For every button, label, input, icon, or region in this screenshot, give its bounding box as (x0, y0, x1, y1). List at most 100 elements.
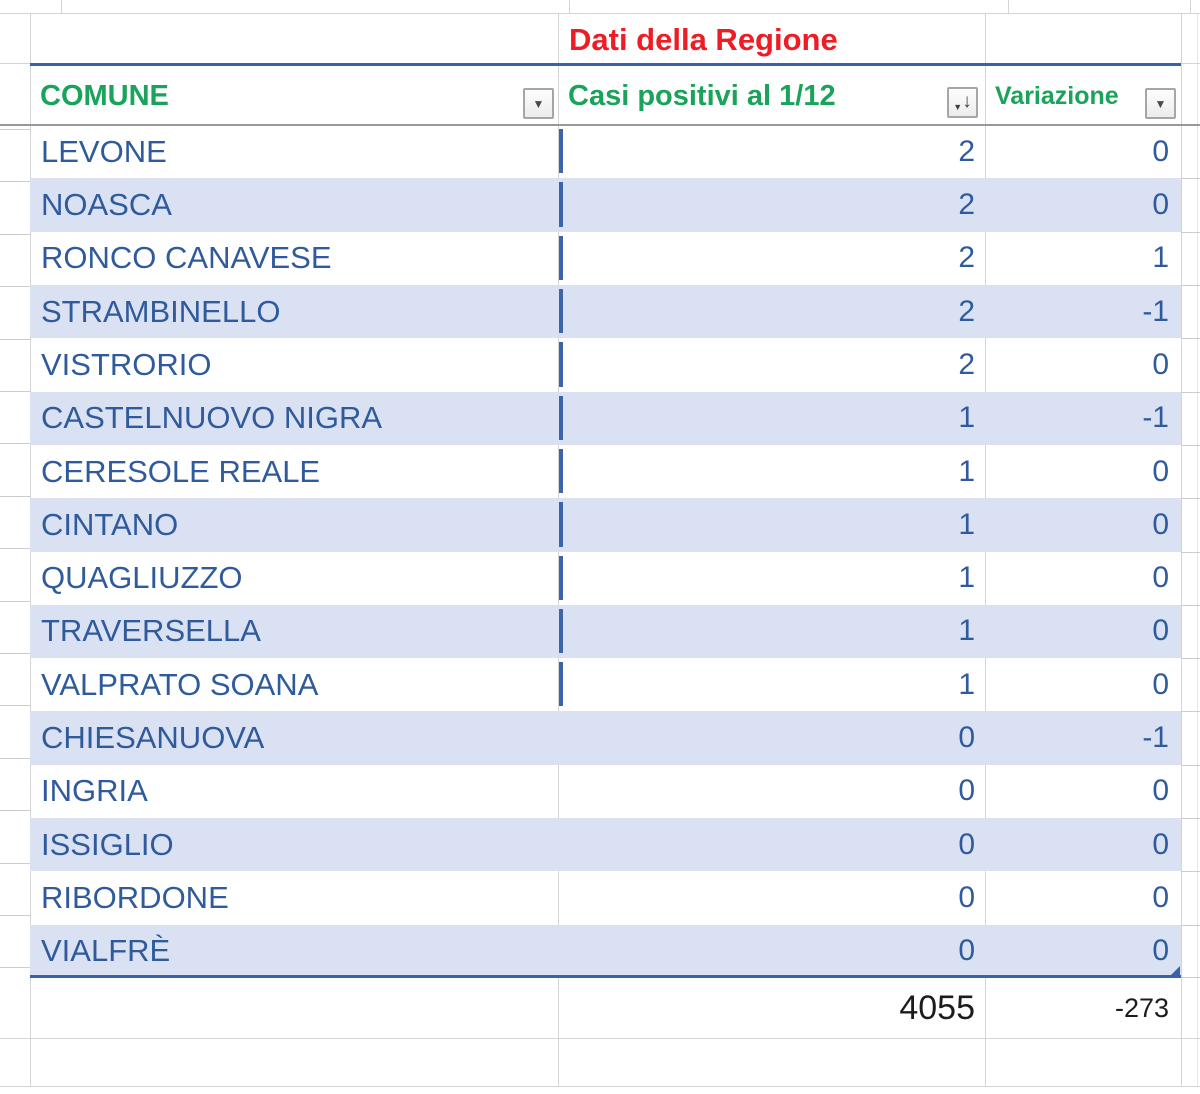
casi-cell[interactable]: 1 (558, 605, 985, 658)
casi-cell[interactable]: 1 (558, 498, 985, 551)
variazione-cell[interactable]: -1 (985, 285, 1181, 338)
variazione-total-cell[interactable]: -273 (985, 978, 1181, 1038)
gridline (1190, 0, 1191, 13)
databar-icon (559, 182, 563, 226)
comune-cell[interactable]: VIALFRÈ (30, 925, 558, 978)
comune-name: RIBORDONE (41, 880, 229, 916)
casi-value: 0 (958, 828, 975, 862)
comune-name: ISSIGLIO (41, 827, 174, 863)
databar-icon (559, 289, 563, 333)
table-row: TRAVERSELLA 1 0 (0, 605, 1200, 658)
casi-cell[interactable]: 1 (558, 445, 985, 498)
casi-cell[interactable]: 1 (558, 658, 985, 711)
casi-value: 0 (958, 721, 975, 755)
databar-icon (559, 449, 563, 493)
comune-name: RONCO CANAVESE (41, 240, 332, 276)
variazione-value: 1 (1152, 241, 1169, 275)
casi-cell[interactable]: 2 (558, 232, 985, 285)
comune-cell[interactable]: CHIESANUOVA (30, 711, 558, 764)
casi-cell[interactable]: 0 (558, 925, 985, 978)
variazione-value: 0 (1152, 934, 1169, 968)
variazione-cell[interactable]: 0 (985, 498, 1181, 551)
databar-icon (559, 129, 563, 173)
variazione-cell[interactable]: 0 (985, 338, 1181, 391)
casi-cell[interactable]: 0 (558, 818, 985, 871)
comune-cell[interactable]: INGRIA (30, 765, 558, 818)
variazione-value: -1 (1142, 295, 1169, 329)
casi-cell[interactable]: 2 (558, 125, 985, 178)
table-body: LEVONE 2 0 NOASCA 2 0 RONCO CANAVESE 2 1… (0, 125, 1200, 978)
variazione-cell[interactable]: 0 (985, 605, 1181, 658)
variazione-cell[interactable]: 0 (985, 765, 1181, 818)
comune-cell[interactable]: VALPRATO SOANA (30, 658, 558, 711)
gridline (1008, 0, 1009, 13)
variazione-cell[interactable]: -1 (985, 392, 1181, 445)
variazione-filter-button[interactable]: ▼ (1145, 88, 1176, 119)
comune-filter-button[interactable]: ▼ (523, 88, 554, 119)
sort-descending-icon: ↓ (962, 92, 972, 111)
casi-cell[interactable]: 1 (558, 392, 985, 445)
comune-name: TRAVERSELLA (41, 613, 261, 649)
comune-name: CASTELNUOVO NIGRA (41, 400, 382, 436)
comune-cell[interactable]: ISSIGLIO (30, 818, 558, 871)
comune-name: STRAMBINELLO (41, 294, 280, 330)
variazione-value: 0 (1152, 774, 1169, 808)
column-header-casi-positivi[interactable]: Casi positivi al 1/12 (558, 66, 985, 125)
casi-cell[interactable]: 2 (558, 338, 985, 391)
databar-icon (559, 342, 563, 386)
table-row: NOASCA 2 0 (0, 178, 1200, 231)
comune-cell[interactable]: NOASCA (30, 178, 558, 231)
casi-cell[interactable]: 0 (558, 871, 985, 924)
variazione-cell[interactable]: 0 (985, 818, 1181, 871)
comune-cell[interactable]: VISTRORIO (30, 338, 558, 391)
casi-cell[interactable]: 0 (558, 711, 985, 764)
databar-icon (559, 502, 563, 546)
casi-cell[interactable]: 0 (558, 765, 985, 818)
table-row: ISSIGLIO 0 0 (0, 818, 1200, 871)
comune-cell[interactable]: CINTANO (30, 498, 558, 551)
variazione-cell[interactable]: 0 (985, 552, 1181, 605)
variazione-cell[interactable]: -1 (985, 711, 1181, 764)
databar-icon (559, 662, 563, 706)
casi-value: 2 (958, 295, 975, 329)
casi-value: 2 (958, 241, 975, 275)
column-header-comune[interactable]: COMUNE (30, 66, 558, 125)
casi-value: 2 (958, 188, 975, 222)
variazione-cell[interactable]: 0 (985, 871, 1181, 924)
casi-cell[interactable]: 1 (558, 552, 985, 605)
casi-sort-filter-button[interactable]: ▼ ↓ (947, 87, 978, 118)
gridline (61, 0, 62, 13)
variazione-value: 0 (1152, 188, 1169, 222)
casi-value: 0 (958, 934, 975, 968)
variazione-cell[interactable]: 0 (985, 658, 1181, 711)
comune-cell[interactable]: STRAMBINELLO (30, 285, 558, 338)
variazione-value: -1 (1142, 401, 1169, 435)
comune-cell[interactable]: LEVONE (30, 125, 558, 178)
table-row: STRAMBINELLO 2 -1 (0, 285, 1200, 338)
comune-cell[interactable]: CERESOLE REALE (30, 445, 558, 498)
variazione-cell[interactable]: 0 (985, 178, 1181, 231)
comune-cell[interactable]: TRAVERSELLA (30, 605, 558, 658)
variazione-value: 0 (1152, 668, 1169, 702)
comune-cell[interactable]: CASTELNUOVO NIGRA (30, 392, 558, 445)
casi-total-cell[interactable]: 4055 (558, 978, 985, 1038)
variazione-cell[interactable]: 0 (985, 925, 1181, 978)
casi-cell[interactable]: 2 (558, 285, 985, 338)
casi-value: 1 (958, 401, 975, 435)
variazione-cell[interactable]: 0 (985, 445, 1181, 498)
casi-value: 2 (958, 348, 975, 382)
variazione-value: 0 (1152, 614, 1169, 648)
comune-cell[interactable]: RIBORDONE (30, 871, 558, 924)
comune-name: CHIESANUOVA (41, 720, 264, 756)
databar-icon (559, 396, 563, 440)
variazione-value: 0 (1152, 828, 1169, 862)
comune-cell[interactable]: QUAGLIUZZO (30, 552, 558, 605)
table-row: VALPRATO SOANA 1 0 (0, 658, 1200, 711)
variazione-cell[interactable]: 1 (985, 232, 1181, 285)
variazione-cell[interactable]: 0 (985, 125, 1181, 178)
casi-value: 1 (958, 455, 975, 489)
comune-cell[interactable]: RONCO CANAVESE (30, 232, 558, 285)
databar-icon (559, 609, 563, 653)
casi-cell[interactable]: 2 (558, 178, 985, 231)
gridline (0, 63, 30, 64)
